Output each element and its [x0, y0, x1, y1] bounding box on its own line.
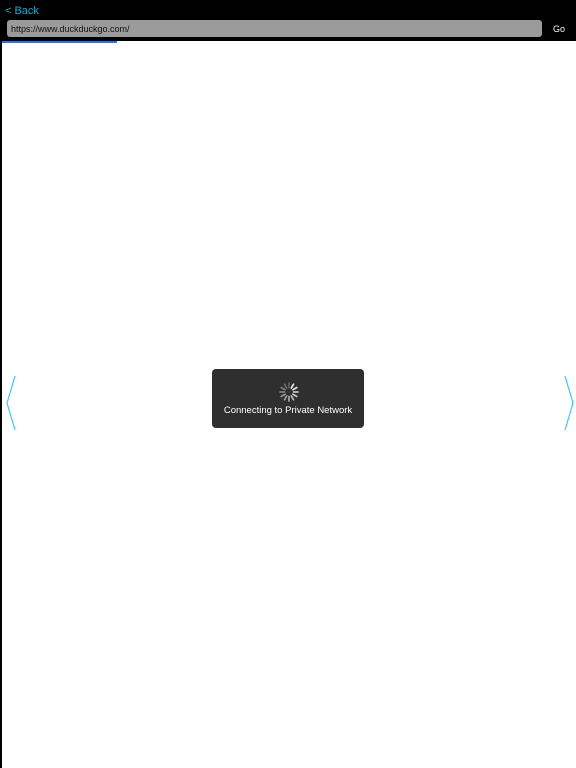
back-button[interactable]: < Back [5, 4, 39, 18]
page-load-progress-bar [2, 41, 117, 43]
loading-hud: Connecting to Private Network [212, 369, 364, 428]
go-button[interactable]: Go [547, 21, 571, 37]
chevron-left-icon: < [5, 5, 12, 17]
back-button-label: Back [14, 5, 39, 17]
previous-page-button[interactable] [6, 375, 20, 431]
next-page-button[interactable] [560, 375, 574, 431]
chevron-left-icon [6, 375, 16, 431]
browser-toolbar: <Back Go [0, 0, 576, 41]
web-content-area: Connecting to Private Network [2, 41, 576, 768]
activity-spinner-icon [279, 382, 299, 402]
loading-message: Connecting to Private Network [223, 405, 353, 416]
url-input[interactable] [7, 20, 542, 37]
chevron-right-icon [564, 375, 574, 431]
